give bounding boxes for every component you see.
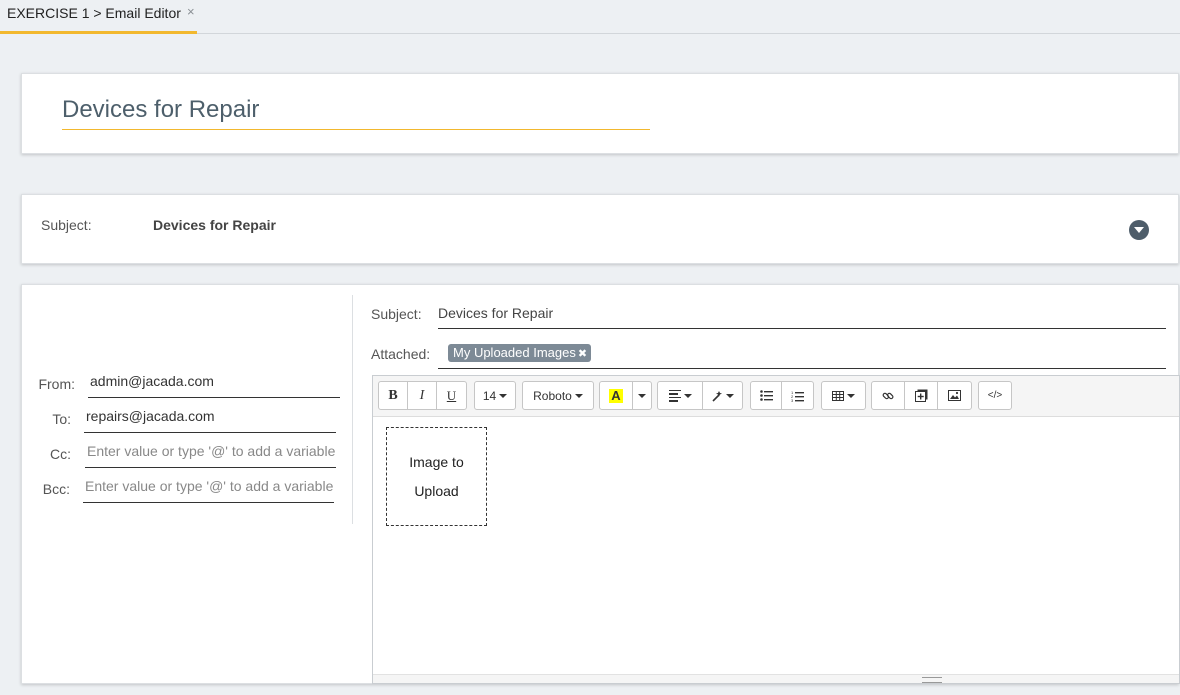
tab-email-editor[interactable]: EXERCISE 1 > Email Editor × [0,0,197,34]
image-placeholder-line2: Upload [414,482,459,499]
attachments-field[interactable]: My Uploaded Images ✖ [438,343,1166,369]
numbered-list-icon: 123 [791,390,804,402]
chevron-down-icon [683,393,692,398]
cc-label: Cc: [50,446,71,462]
to-field[interactable]: repairs@jacada.com [84,408,336,433]
cc-field[interactable]: Enter value or type '@' to add a variabl… [85,443,336,468]
font-size-dropdown[interactable]: 14 [474,381,516,410]
bold-button[interactable]: B [378,381,408,410]
subject-summary-value: Devices for Repair [153,217,276,233]
attachment-chip-label: My Uploaded Images [453,345,576,360]
chevron-down-icon [638,393,646,398]
chevron-down-icon [847,393,855,398]
svg-text:3: 3 [791,398,794,402]
code-view-button[interactable]: </> [978,381,1012,410]
magic-wand-icon [712,390,722,402]
tab-bar: EXERCISE 1 > Email Editor × [0,0,1180,34]
chevron-down-icon [726,393,734,398]
highlight-color-button[interactable]: A [599,381,633,410]
add-media-icon [914,389,927,402]
subject-summary-card: Subject: Devices for Repair [21,194,1179,264]
attached-label: Attached: [371,346,431,362]
remove-icon[interactable]: ✖ [578,348,587,360]
compose-subject-input[interactable]: Devices for Repair [438,305,1166,329]
italic-button[interactable]: I [407,381,437,410]
chevron-down-icon [499,393,508,398]
attachment-chip[interactable]: My Uploaded Images ✖ [448,344,592,362]
link-icon [882,392,894,399]
from-field[interactable]: admin@jacada.com [88,373,340,398]
title-card: Devices for Repair [21,73,1179,154]
image-upload-placeholder[interactable]: Image to Upload [386,427,487,526]
close-icon[interactable]: × [187,4,195,19]
bullet-list-icon [759,390,773,401]
numbered-list-button[interactable]: 123 [781,381,814,410]
editor-resize-handle[interactable] [373,674,1179,683]
editor-toolbar: B I U 14 Roboto A 1 2 3 </> [373,376,1179,417]
code-icon: </> [987,390,1003,401]
insert-image-button[interactable] [937,381,972,410]
underline-button[interactable]: U [436,381,467,410]
bullet-list-button[interactable] [750,381,782,410]
tab-label: EXERCISE 1 > Email Editor [7,5,181,21]
align-dropdown[interactable] [657,381,703,410]
highlight-color-dropdown[interactable] [632,381,652,410]
align-left-icon [668,389,681,402]
image-placeholder-line1: Image to [409,453,464,470]
insert-media-button[interactable] [904,381,938,410]
email-editor-card: From: admin@jacada.com To: repairs@jacad… [21,284,1180,684]
style-dropdown[interactable] [702,381,743,410]
from-label: From: [38,376,75,392]
subject-summary-label: Subject: [41,217,92,233]
panel-divider [352,295,353,524]
link-button[interactable] [871,381,905,410]
table-dropdown[interactable] [821,381,866,410]
font-size-value: 14 [482,388,497,403]
font-family-value: Roboto [533,388,572,403]
table-icon [832,390,844,401]
to-label: To: [52,411,71,427]
bcc-label: Bcc: [42,481,70,497]
compose-subject-label: Subject: [371,306,422,322]
rich-text-editor: B I U 14 Roboto A 1 2 3 </> Image to Upl… [372,375,1180,684]
email-title-input[interactable]: Devices for Repair [62,96,650,130]
highlight-icon: A [609,387,623,403]
font-family-dropdown[interactable]: Roboto [522,381,594,410]
chevron-down-icon [574,393,583,398]
bcc-field[interactable]: Enter value or type '@' to add a variabl… [83,478,334,503]
chevron-down-icon[interactable] [1129,220,1149,240]
image-icon [948,390,961,401]
